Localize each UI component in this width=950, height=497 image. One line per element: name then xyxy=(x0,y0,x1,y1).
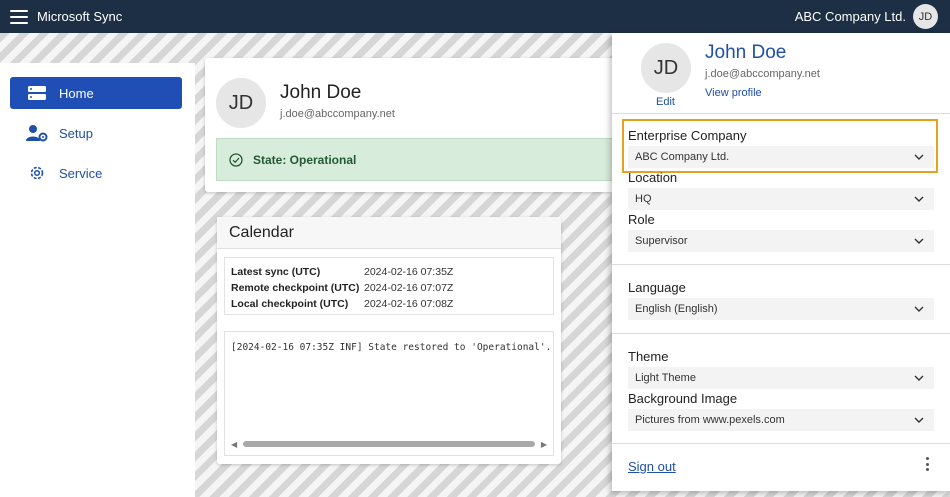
scroll-left-icon[interactable]: ◀ xyxy=(231,440,237,449)
sync-info: Latest sync (UTC) 2024-02-16 07:35Z Remo… xyxy=(224,257,554,315)
sign-out-link[interactable]: Sign out xyxy=(628,459,676,474)
sidebar-item-setup[interactable]: Setup xyxy=(10,117,182,149)
profile-email: j.doe@abccompany.net xyxy=(280,108,395,120)
chevron-down-icon xyxy=(914,154,924,160)
user-settings-panel: JD Edit John Doe j.doe@abccompany.net Vi… xyxy=(612,33,950,491)
more-options-icon[interactable] xyxy=(926,457,930,471)
check-circle-icon xyxy=(229,152,243,167)
role-label: Role xyxy=(628,212,655,227)
status-text: State: Operational xyxy=(253,152,357,167)
log-output[interactable]: [2024-02-16 07:35Z INF] State restored t… xyxy=(224,331,554,456)
profile-name: John Doe xyxy=(280,82,362,103)
panel-avatar: JD xyxy=(641,43,691,93)
sync-label: Local checkpoint (UTC) xyxy=(231,298,349,310)
users-gear-icon xyxy=(26,124,48,142)
divider xyxy=(612,113,950,114)
chevron-down-icon xyxy=(914,306,924,312)
language-select[interactable]: English (English) xyxy=(628,298,934,320)
sync-value: 2024-02-16 07:08Z xyxy=(364,298,454,310)
location-select[interactable]: HQ xyxy=(628,188,934,210)
avatar: JD xyxy=(216,78,266,128)
location-label: Location xyxy=(628,170,678,185)
hamburger-menu-icon[interactable] xyxy=(10,9,28,24)
sidebar-item-label: Home xyxy=(59,85,94,101)
edit-link[interactable]: Edit xyxy=(656,96,675,108)
select-value: Light Theme xyxy=(635,372,696,384)
sidebar-item-service[interactable]: Service xyxy=(10,157,182,189)
divider xyxy=(612,264,950,265)
sidebar-item-home[interactable]: Home xyxy=(10,77,182,109)
calendar-card: Calendar Latest sync (UTC) 2024-02-16 07… xyxy=(217,217,561,464)
divider xyxy=(612,333,950,334)
sidebar-item-label: Setup xyxy=(59,125,93,141)
horizontal-scrollbar[interactable]: ◀ ▶ xyxy=(231,439,547,449)
sync-label: Remote checkpoint (UTC) xyxy=(231,282,360,294)
chevron-down-icon xyxy=(914,196,924,202)
sidebar: Home Setup Service xyxy=(0,63,195,497)
select-value: Supervisor xyxy=(635,235,688,247)
chevron-down-icon xyxy=(914,375,924,381)
select-value: Pictures from www.pexels.com xyxy=(635,414,785,426)
sync-row: Remote checkpoint (UTC) 2024-02-16 07:07… xyxy=(231,280,547,296)
status-banner: State: Operational xyxy=(216,138,646,181)
sync-value: 2024-02-16 07:35Z xyxy=(364,266,454,278)
calendar-title: Calendar xyxy=(217,217,561,249)
select-value: HQ xyxy=(635,193,652,205)
server-icon xyxy=(26,84,48,102)
profile-card: JD John Doe j.doe@abccompany.net State: … xyxy=(205,58,646,192)
sync-label: Latest sync (UTC) xyxy=(231,266,321,278)
user-avatar-button[interactable]: JD xyxy=(913,4,938,29)
select-value: ABC Company Ltd. xyxy=(635,151,730,163)
scroll-thumb[interactable] xyxy=(243,441,535,447)
theme-label: Theme xyxy=(628,349,669,364)
panel-user-email: j.doe@abccompany.net xyxy=(705,68,820,80)
app-title: Microsoft Sync xyxy=(37,9,123,24)
sidebar-item-label: Service xyxy=(59,165,103,181)
divider xyxy=(612,443,950,444)
enterprise-company-label: Enterprise Company xyxy=(628,128,747,143)
view-profile-link[interactable]: View profile xyxy=(705,87,762,99)
scroll-right-icon[interactable]: ▶ xyxy=(541,440,547,449)
chevron-down-icon xyxy=(914,417,924,423)
sync-row: Local checkpoint (UTC) 2024-02-16 07:08Z xyxy=(231,296,547,312)
enterprise-company-select[interactable]: ABC Company Ltd. xyxy=(628,146,934,168)
theme-select[interactable]: Light Theme xyxy=(628,367,934,389)
panel-user-name: John Doe xyxy=(705,42,787,63)
top-bar: Microsoft Sync ABC Company Ltd. JD xyxy=(0,0,950,33)
background-image-label: Background Image xyxy=(628,391,738,406)
language-label: Language xyxy=(628,280,686,295)
sync-row: Latest sync (UTC) 2024-02-16 07:35Z xyxy=(231,264,547,280)
background-image-select[interactable]: Pictures from www.pexels.com xyxy=(628,409,934,431)
chevron-down-icon xyxy=(914,238,924,244)
role-select[interactable]: Supervisor xyxy=(628,230,934,252)
log-line: [2024-02-16 07:35Z INF] State restored t… xyxy=(231,342,552,353)
sync-value: 2024-02-16 07:07Z xyxy=(364,282,454,294)
company-name[interactable]: ABC Company Ltd. xyxy=(795,9,906,24)
gear-icon xyxy=(26,164,48,182)
select-value: English (English) xyxy=(635,303,718,315)
